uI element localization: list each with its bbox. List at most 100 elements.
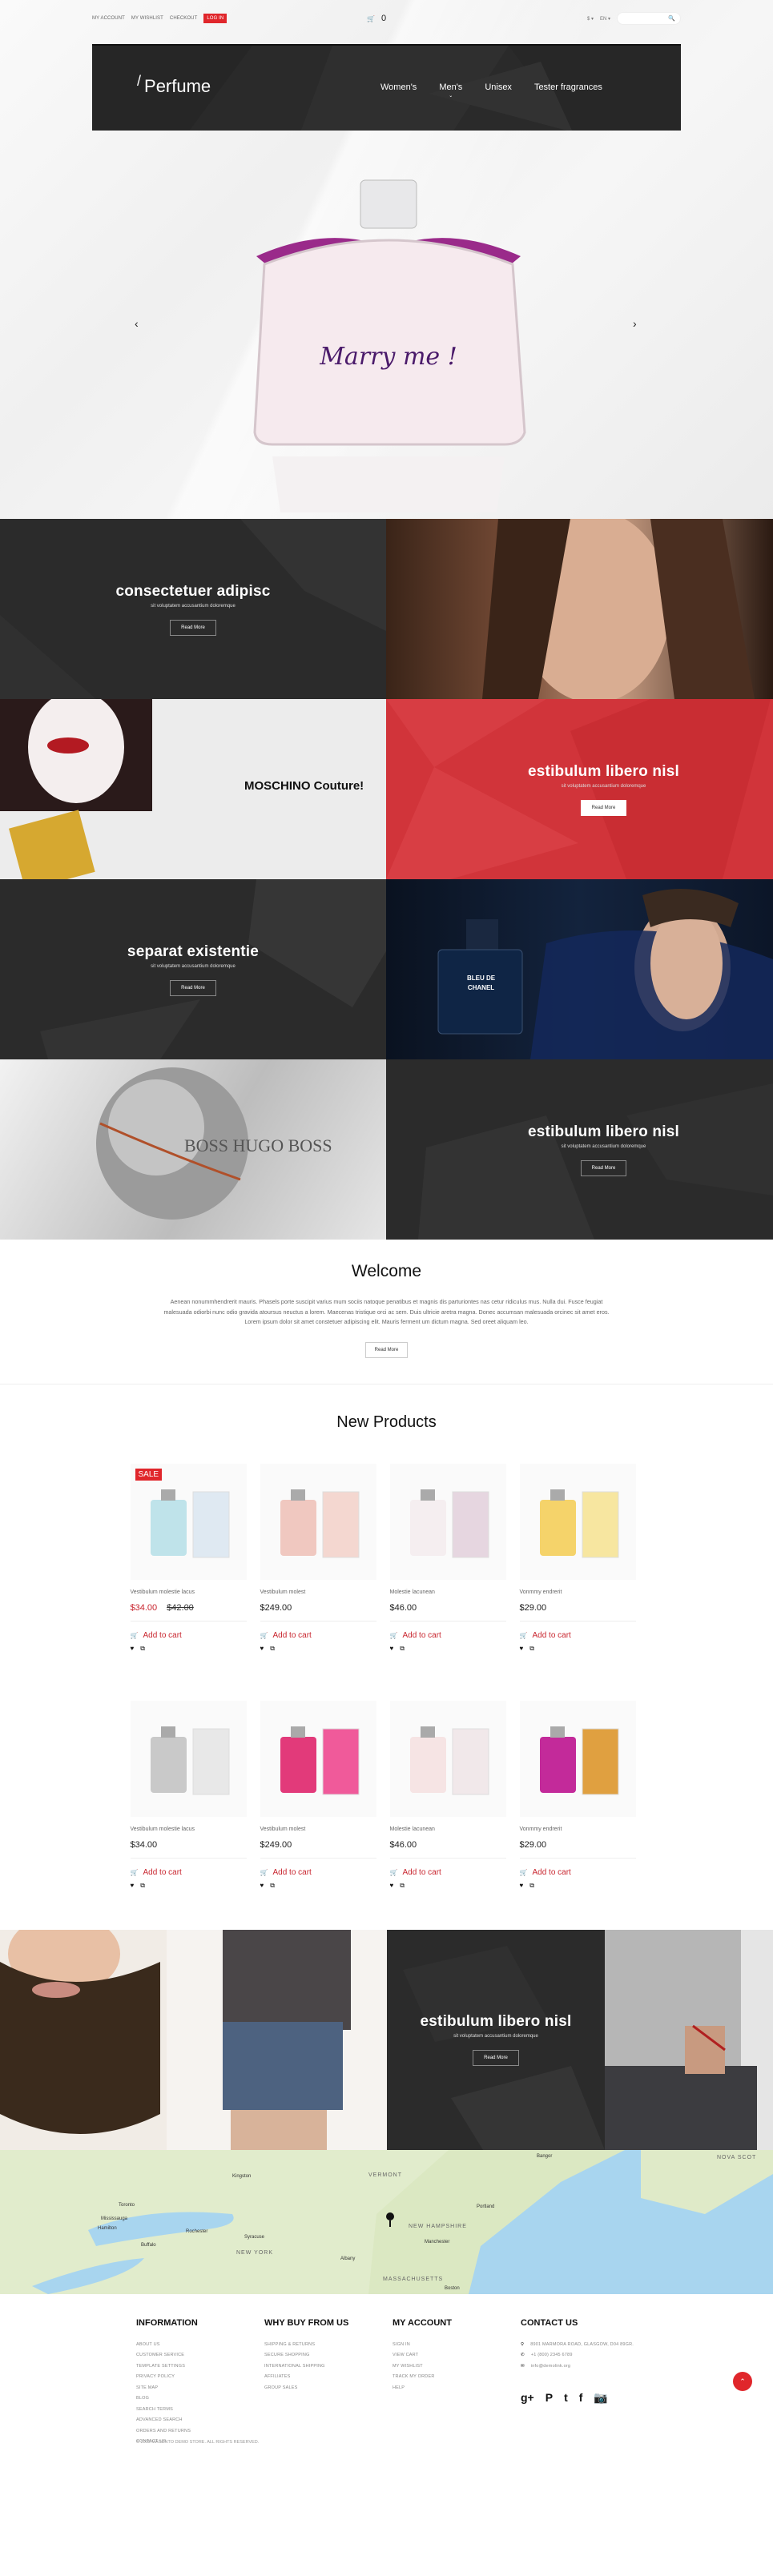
wishlist-heart-icon[interactable]: ♥ xyxy=(520,1645,524,1653)
location-map[interactable]: VERMONT NEW HAMPSHIRE NEW YORK MASSACHUS… xyxy=(0,2149,773,2294)
product-image[interactable] xyxy=(130,1700,247,1817)
footer-link[interactable]: ORDERS AND RETURNS xyxy=(136,2429,264,2433)
product-name[interactable]: Vonmmy endrerit xyxy=(520,1827,636,1832)
compare-icon[interactable]: ⧉ xyxy=(140,1645,145,1653)
footer-link[interactable]: AFFILIATES xyxy=(264,2374,393,2379)
footer-link[interactable]: ABOUT US xyxy=(136,2342,264,2347)
product-image[interactable] xyxy=(260,1700,376,1817)
welcome-read-more-button[interactable]: Read More xyxy=(364,1341,409,1358)
product-card[interactable]: Molestie lacunean $46.00 🛒 Add to cart ♥ ⧉ xyxy=(389,1700,506,1890)
product-image[interactable] xyxy=(519,1463,636,1580)
wishlist-heart-icon[interactable]: ♥ xyxy=(131,1645,135,1653)
product-card[interactable]: Vestibulum molest $249.00 🛒 Add to cart ♥… xyxy=(260,1463,376,1653)
banner-2[interactable]: estibulum libero nisl sit voluptatem accu… xyxy=(386,699,773,879)
slider-prev-arrow[interactable]: ‹ xyxy=(135,317,139,330)
compare-icon[interactable]: ⧉ xyxy=(270,1645,275,1653)
product-image[interactable] xyxy=(389,1463,506,1580)
product-name[interactable]: Vestibulum molest xyxy=(260,1827,376,1832)
footer-link[interactable]: GROUP SALES xyxy=(264,2385,393,2390)
footer-link[interactable]: SEARCH TERMS xyxy=(136,2407,264,2412)
add-to-cart-button[interactable]: 🛒 Add to cart xyxy=(390,1631,506,1640)
product-card[interactable]: Vonmmy endrerit $29.00 🛒 Add to cart ♥ ⧉ xyxy=(519,1463,636,1653)
product-card[interactable]: Vonmmy endrerit $29.00 🛒 Add to cart ♥ ⧉ xyxy=(519,1700,636,1890)
product-card[interactable]: Vestibulum molest $249.00 🛒 Add to cart ♥… xyxy=(260,1700,376,1890)
add-to-cart-button[interactable]: 🛒 Add to cart xyxy=(131,1631,247,1640)
compare-icon[interactable]: ⧉ xyxy=(529,1882,534,1890)
product-image[interactable] xyxy=(389,1700,506,1817)
product-name[interactable]: Molestie lacunean xyxy=(390,1589,506,1595)
add-to-cart-button[interactable]: 🛒 Add to cart xyxy=(260,1631,376,1640)
read-more-button[interactable]: Read More xyxy=(580,799,627,816)
footer-link[interactable]: SECURE SHOPPING xyxy=(264,2353,393,2357)
footer-link[interactable]: SHIPPING & RETURNS xyxy=(264,2342,393,2347)
compare-icon[interactable]: ⧉ xyxy=(140,1882,145,1890)
footer-link[interactable]: VIEW CART xyxy=(393,2353,521,2357)
google-plus-icon[interactable]: g+ xyxy=(521,2391,534,2405)
footer-link[interactable]: CUSTOMER SERVICE xyxy=(136,2353,264,2357)
product-name[interactable]: Vonmmy endrerit xyxy=(520,1589,636,1595)
footer-link[interactable]: PRIVACY POLICY xyxy=(136,2374,264,2379)
compare-icon[interactable]: ⧉ xyxy=(529,1645,534,1653)
nav-tester-fragrances[interactable]: Tester fragrances xyxy=(534,82,602,92)
nav-mens[interactable]: Men's ⌄ xyxy=(439,82,462,98)
read-more-button[interactable]: Read More xyxy=(580,1159,627,1176)
product-name[interactable]: Molestie lacunean xyxy=(390,1827,506,1832)
product-image[interactable] xyxy=(260,1463,376,1580)
banner-5[interactable]: estibulum libero nisl sit voluptatem accu… xyxy=(387,1929,605,2150)
banner-4[interactable]: estibulum libero nisl sit voluptatem accu… xyxy=(386,1059,773,1240)
add-to-cart-button[interactable]: 🛒 Add to cart xyxy=(520,1868,636,1877)
my-account-link[interactable]: MY ACCOUNT xyxy=(92,16,125,21)
wishlist-heart-icon[interactable]: ♥ xyxy=(390,1882,394,1890)
read-more-button[interactable]: Read More xyxy=(473,2050,519,2066)
compare-icon[interactable]: ⧉ xyxy=(400,1882,405,1890)
footer-link[interactable]: TRACK MY ORDER xyxy=(393,2374,521,2379)
compare-icon[interactable]: ⧉ xyxy=(270,1882,275,1890)
product-name[interactable]: Vestibulum molest xyxy=(260,1589,376,1595)
search-icon[interactable]: 🔍 xyxy=(668,15,675,22)
wishlist-heart-icon[interactable]: ♥ xyxy=(520,1882,524,1890)
footer-link[interactable]: SITE MAP xyxy=(136,2385,264,2390)
compare-icon[interactable]: ⧉ xyxy=(400,1645,405,1653)
product-image[interactable] xyxy=(519,1700,636,1817)
wishlist-heart-icon[interactable]: ♥ xyxy=(260,1645,264,1653)
checkout-link[interactable]: CHECKOUT xyxy=(170,16,197,21)
cart-button[interactable]: 🛒 0 xyxy=(367,14,386,23)
footer-link[interactable]: BLOG xyxy=(136,2396,264,2401)
product-name[interactable]: Vestibulum molestie lacus xyxy=(131,1827,247,1832)
add-to-cart-button[interactable]: 🛒 Add to cart xyxy=(520,1631,636,1640)
read-more-button[interactable]: Read More xyxy=(170,979,216,996)
facebook-icon[interactable]: f xyxy=(579,2391,583,2405)
login-button[interactable]: LOG IN xyxy=(203,14,227,23)
footer-link[interactable]: TEMPLATE SETTINGS xyxy=(136,2364,264,2369)
product-image[interactable]: SALE xyxy=(130,1463,247,1580)
nav-womens[interactable]: Women's xyxy=(380,82,417,92)
wishlist-heart-icon[interactable]: ♥ xyxy=(390,1645,394,1653)
add-to-cart-button[interactable]: 🛒 Add to cart xyxy=(390,1868,506,1877)
nav-unisex[interactable]: Unisex xyxy=(485,82,512,92)
banner-1[interactable]: consectetuer adipisc sit voluptatem accus… xyxy=(0,519,386,699)
add-to-cart-button[interactable]: 🛒 Add to cart xyxy=(131,1868,247,1877)
slider-next-arrow[interactable]: › xyxy=(633,317,637,330)
product-card[interactable]: Vestibulum molestie lacus $34.00 🛒 Add to… xyxy=(130,1700,247,1890)
site-logo[interactable]: / Perfume xyxy=(137,73,211,97)
footer-link[interactable]: HELP xyxy=(393,2385,521,2390)
wishlist-heart-icon[interactable]: ♥ xyxy=(131,1882,135,1890)
language-dropdown[interactable]: EN ▾ xyxy=(600,16,610,22)
contact-email[interactable]: ✉ info@demolink.org xyxy=(521,2364,697,2369)
add-to-cart-button[interactable]: 🛒 Add to cart xyxy=(260,1868,376,1877)
my-wishlist-link[interactable]: MY WISHLIST xyxy=(131,16,163,21)
product-name[interactable]: Vestibulum molestie lacus xyxy=(131,1589,247,1595)
scroll-to-top-button[interactable]: ⌃ xyxy=(733,2372,752,2391)
wishlist-heart-icon[interactable]: ♥ xyxy=(260,1882,264,1890)
pinterest-icon[interactable]: P xyxy=(546,2391,553,2405)
twitter-icon[interactable]: t xyxy=(564,2391,568,2405)
footer-link[interactable]: INTERNATIONAL SHIPPING xyxy=(264,2364,393,2369)
product-card[interactable]: SALE Vestibulum molestie lacus $34.00 $42… xyxy=(130,1463,247,1653)
currency-dropdown[interactable]: $ ▾ xyxy=(587,16,594,22)
footer-link[interactable]: SIGN IN xyxy=(393,2342,521,2347)
contact-phone[interactable]: ✆ +1 (800) 2345 6789 xyxy=(521,2353,697,2357)
read-more-button[interactable]: Read More xyxy=(170,619,216,636)
footer-link[interactable]: ADVANCED SEARCH xyxy=(136,2417,264,2422)
search-input[interactable]: 🔍 xyxy=(617,12,681,25)
footer-link[interactable]: MY WISHLIST xyxy=(393,2364,521,2369)
